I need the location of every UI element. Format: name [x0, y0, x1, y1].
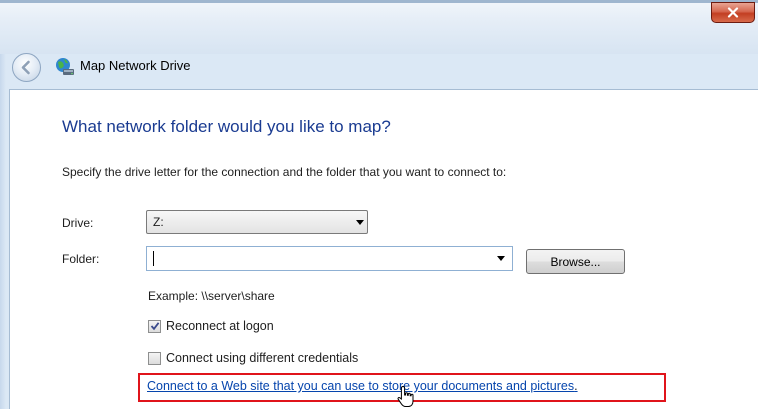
close-button[interactable]	[711, 2, 755, 23]
web-site-link-row: Connect to a Web site that you can use t…	[147, 379, 578, 393]
hand-pointer-icon	[397, 385, 414, 407]
page-heading: What network folder would you like to ma…	[62, 117, 391, 136]
folder-combobox[interactable]	[146, 246, 513, 271]
reconnect-option[interactable]: Reconnect at logon	[148, 319, 274, 333]
window-frame-left	[0, 54, 6, 409]
credentials-option[interactable]: Connect using different credentials	[148, 351, 358, 365]
back-button[interactable]	[12, 53, 41, 82]
back-arrow-icon	[21, 60, 30, 75]
drive-value: Z:	[153, 215, 164, 229]
checkmark-icon	[150, 322, 159, 331]
example-text: Example: \\server\share	[148, 289, 275, 303]
network-drive-icon	[56, 58, 74, 75]
text-caret	[153, 251, 154, 266]
link-suffix: .	[574, 379, 578, 393]
web-site-link[interactable]: Connect to a Web site that you can use t…	[147, 379, 574, 393]
window-title: Map Network Drive	[80, 58, 191, 73]
browse-button[interactable]: Browse...	[526, 249, 625, 274]
close-icon	[727, 7, 739, 18]
reconnect-label[interactable]: Reconnect at logon	[166, 319, 274, 333]
chevron-down-icon	[356, 220, 364, 225]
reconnect-checkbox[interactable]	[148, 319, 161, 333]
credentials-label[interactable]: Connect using different credentials	[166, 351, 358, 365]
folder-label: Folder:	[62, 252, 100, 266]
chevron-down-icon[interactable]	[497, 256, 505, 261]
instruction-text: Specify the drive letter for the connect…	[62, 165, 507, 179]
window-frame-top	[0, 0, 758, 54]
window-frame-edge	[0, 0, 758, 3]
folder-input[interactable]	[151, 250, 481, 267]
drive-select[interactable]: Z:	[146, 210, 368, 234]
credentials-checkbox[interactable]	[148, 351, 161, 365]
drive-label: Drive:	[62, 216, 94, 230]
